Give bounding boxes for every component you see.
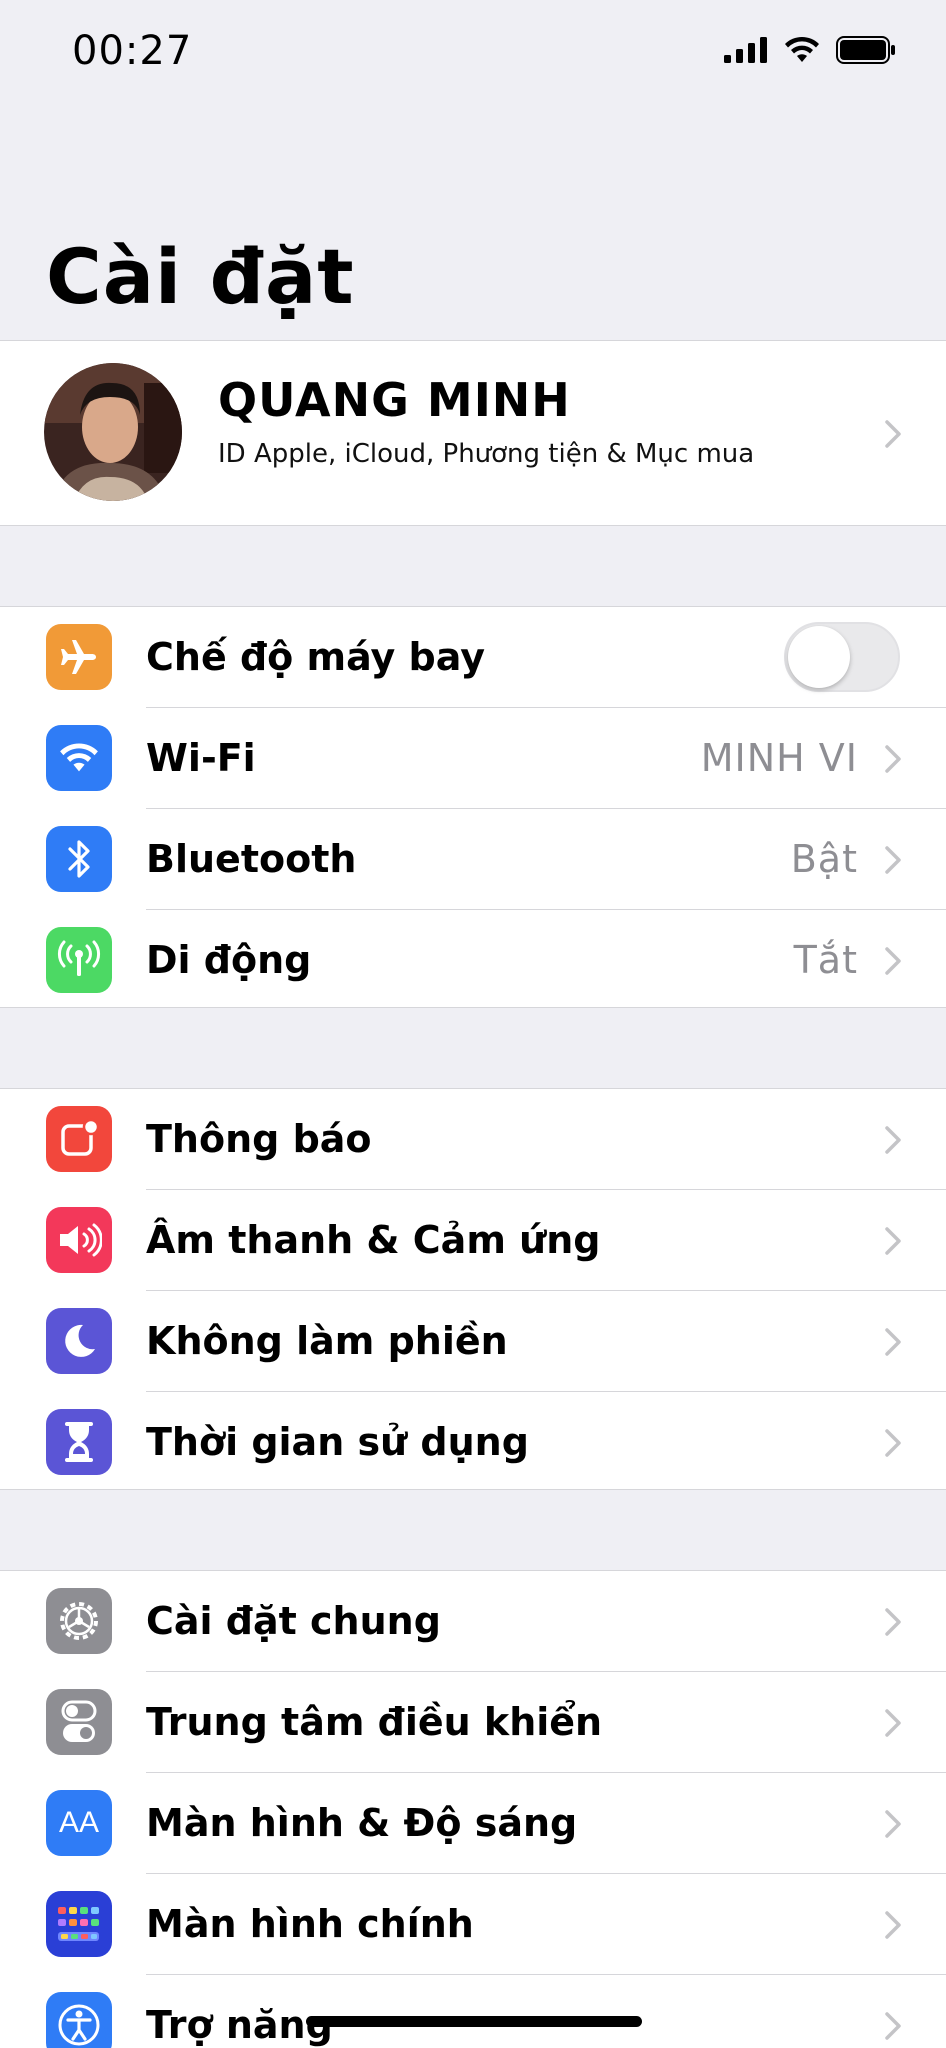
settings-row-label: Không làm phiền (146, 1319, 508, 1363)
hourglass-icon (46, 1409, 112, 1475)
chevron-right-icon (885, 420, 901, 448)
wifi-status-icon (785, 36, 819, 62)
settings-row-label: Màn hình & Độ sáng (146, 1801, 578, 1845)
settings-row-display-brightness[interactable]: AA Màn hình & Độ sáng (0, 1773, 946, 1874)
settings-row-cellular[interactable]: Di động Tắt (0, 910, 946, 1011)
display-icon-text: AA (58, 1806, 100, 1839)
gear-icon (46, 1588, 112, 1654)
settings-row-label: Trợ năng (146, 2003, 333, 2047)
chevron-right-icon (885, 947, 901, 975)
notifications-icon (46, 1106, 112, 1172)
settings-row-label: Thông báo (146, 1117, 372, 1161)
home-indicator[interactable] (306, 2016, 642, 2027)
settings-row-general[interactable]: Cài đặt chung (0, 1571, 946, 1672)
chevron-right-icon (885, 846, 901, 874)
moon-icon (46, 1308, 112, 1374)
wifi-icon (46, 725, 112, 791)
profile-name: QUANG MINH (218, 373, 571, 427)
chevron-right-icon (885, 1810, 901, 1838)
settings-row-label: Cài đặt chung (146, 1599, 441, 1643)
airplane-mode-toggle[interactable] (784, 622, 900, 692)
settings-row-label: Thời gian sử dụng (146, 1420, 529, 1464)
settings-row-home-screen[interactable]: Màn hình chính (0, 1874, 946, 1975)
settings-row-control-center[interactable]: Trung tâm điều khiển (0, 1672, 946, 1773)
settings-row-accessibility[interactable]: Trợ năng (0, 1975, 946, 2048)
settings-row-label: Bluetooth (146, 837, 357, 881)
cellular-icon (46, 927, 112, 993)
signal-icon (724, 37, 767, 63)
chevron-right-icon (885, 1911, 901, 1939)
settings-row-label: Wi-Fi (146, 736, 256, 780)
battery-icon (836, 36, 895, 64)
settings-row-label: Chế độ máy bay (146, 635, 485, 679)
chevron-right-icon (885, 1126, 901, 1154)
bluetooth-icon (46, 826, 112, 892)
notifications-group: Thông báo Âm thanh & Cảm ứng Không làm p… (0, 1088, 946, 1490)
settings-row-label: Âm thanh & Cảm ứng (146, 1218, 601, 1262)
home-screen-icon (46, 1891, 112, 1957)
settings-row-label: Trung tâm điều khiển (146, 1700, 603, 1744)
chevron-right-icon (885, 1328, 901, 1356)
control-center-icon (46, 1689, 112, 1755)
cellular-status-value: Tắt (793, 938, 858, 982)
settings-row-wifi[interactable]: Wi-Fi MINH VI (0, 708, 946, 809)
chevron-right-icon (885, 1429, 901, 1457)
avatar (44, 363, 182, 501)
settings-row-do-not-disturb[interactable]: Không làm phiền (0, 1291, 946, 1392)
display-icon: AA (46, 1790, 112, 1856)
toggle-knob (788, 626, 850, 688)
page-title: Cài đặt (46, 232, 355, 321)
chevron-right-icon (885, 2012, 901, 2040)
apple-id-profile-row[interactable]: QUANG MINH ID Apple, iCloud, Phương tiện… (0, 340, 946, 526)
chevron-right-icon (885, 1608, 901, 1636)
status-icons (724, 36, 896, 64)
chevron-right-icon (885, 1227, 901, 1255)
profile-subtitle: ID Apple, iCloud, Phương tiện & Mục mua (218, 439, 755, 469)
settings-row-label: Màn hình chính (146, 1902, 474, 1946)
accessibility-icon (46, 1992, 112, 2048)
settings-row-notifications[interactable]: Thông báo (0, 1089, 946, 1190)
settings-row-airplane-mode[interactable]: Chế độ máy bay (0, 607, 946, 708)
status-bar: 00:27 (0, 0, 946, 100)
settings-row-bluetooth[interactable]: Bluetooth Bật (0, 809, 946, 910)
bluetooth-status-value: Bật (790, 837, 858, 881)
connectivity-group: Chế độ máy bay Wi-Fi MINH VI Bluetooth B… (0, 606, 946, 1008)
airplane-icon (46, 624, 112, 690)
wifi-network-value: MINH VI (700, 736, 858, 780)
general-group: Cài đặt chung Trung tâm điều khiển AA Mà… (0, 1570, 946, 2048)
settings-row-screen-time[interactable]: Thời gian sử dụng (0, 1392, 946, 1493)
chevron-right-icon (885, 1709, 901, 1737)
status-time: 00:27 (72, 28, 193, 74)
chevron-right-icon (885, 745, 901, 773)
settings-row-label: Di động (146, 938, 312, 982)
settings-row-sounds-haptics[interactable]: Âm thanh & Cảm ứng (0, 1190, 946, 1291)
sound-icon (46, 1207, 112, 1273)
